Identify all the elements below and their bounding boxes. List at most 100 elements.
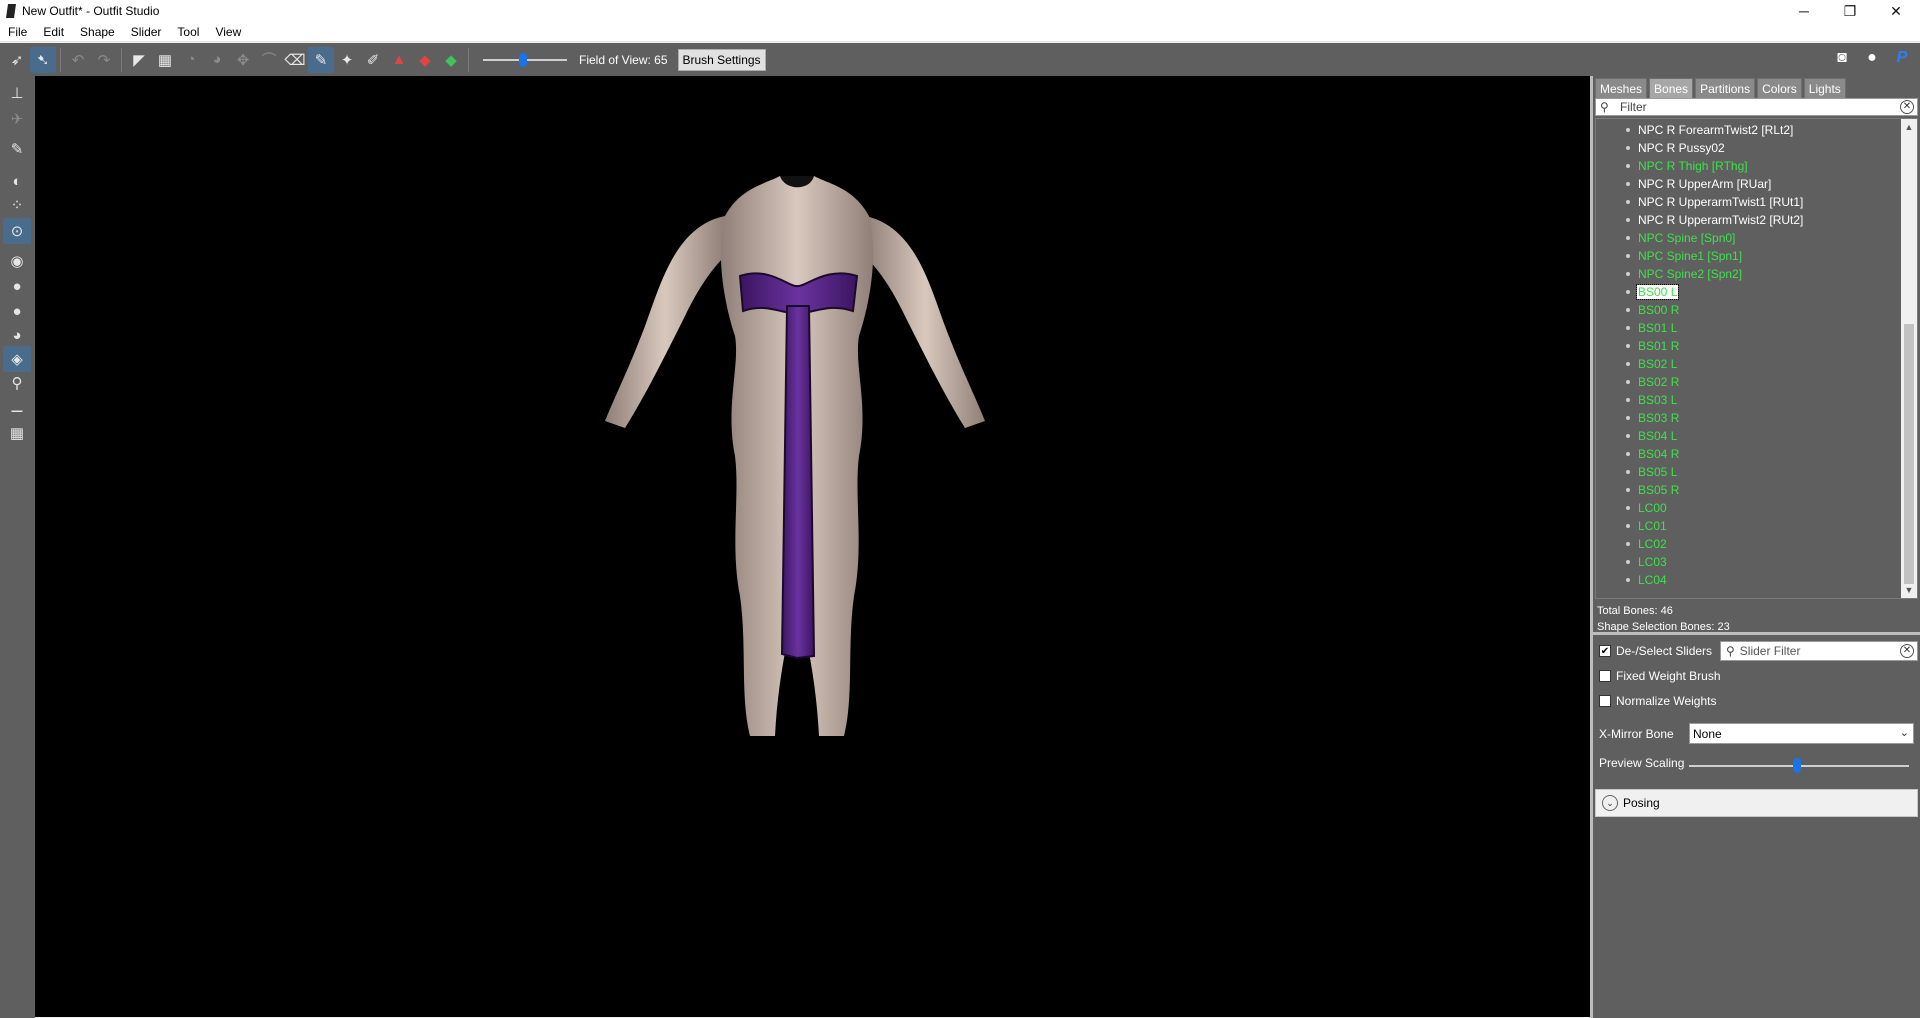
field-of-view-slider[interactable] <box>483 50 567 70</box>
close-button[interactable]: ✕ <box>1873 0 1919 22</box>
bone-list-item[interactable]: NPC R UpperarmTwist2 [RUt2] <box>1596 211 1901 229</box>
bone-list-item[interactable]: BS05 R <box>1596 481 1901 499</box>
tab-lights[interactable]: Lights <box>1803 78 1846 100</box>
bone-list-item[interactable]: BS03 R <box>1596 409 1901 427</box>
bone-list-item[interactable]: NPC R Pussy02 <box>1596 139 1901 157</box>
vertex-colors-icon[interactable]: ◈ <box>3 346 31 372</box>
smooth-brush-icon[interactable]: ⌒ <box>256 47 282 73</box>
deselect-sliders-checkbox[interactable]: ✔ De-/Select Sliders <box>1599 644 1712 658</box>
weight-brush-icon[interactable]: ✎ <box>308 46 334 73</box>
undo-icon[interactable]: ↶ <box>65 47 91 73</box>
checkbox-checked[interactable]: ✔ <box>1599 645 1611 657</box>
bone-list-item[interactable]: BS02 R <box>1596 373 1901 391</box>
bone-list-item[interactable]: BS01 R <box>1596 337 1901 355</box>
bone-list-item[interactable]: BS01 L <box>1596 319 1901 337</box>
bone-list-scrollbar[interactable]: ▲ ▼ <box>1901 119 1917 598</box>
bone-list-item[interactable]: LC04 <box>1596 571 1901 589</box>
lighting-icon[interactable]: ● <box>3 298 31 324</box>
reference-logo-icon[interactable]: ➷ <box>30 46 56 73</box>
undiff-brush-icon[interactable]: ⌫ <box>282 47 308 73</box>
bone-list-item[interactable]: BS00 L <box>1596 283 1901 301</box>
vertex-edit-icon[interactable]: ✎ <box>3 136 31 162</box>
preview-scaling-slider[interactable] <box>1689 758 1909 774</box>
menu-view[interactable]: View <box>207 25 249 39</box>
menu-tool[interactable]: Tool <box>169 25 207 39</box>
scroll-down-icon[interactable]: ▼ <box>1901 582 1917 598</box>
bone-list-item[interactable]: LC03 <box>1596 553 1901 571</box>
mask-brush-icon[interactable]: ▦ <box>152 47 178 73</box>
x-mirror-icon[interactable]: ◐ <box>3 168 31 194</box>
tree-bullet-icon <box>1626 578 1630 582</box>
color-brush-icon[interactable]: ✦ <box>334 47 360 73</box>
normalize-weights-checkbox[interactable]: Normalize Weights <box>1599 694 1716 708</box>
scroll-up-icon[interactable]: ▲ <box>1901 119 1917 135</box>
tab-partitions[interactable]: Partitions <box>1695 78 1756 100</box>
bone-list-item[interactable]: NPC Spine2 [Spn2] <box>1596 265 1901 283</box>
bone-list-item[interactable]: NPC Spine [Spn0] <box>1596 229 1901 247</box>
show-grid-icon[interactable]: ▦ <box>3 420 31 446</box>
bone-list-item[interactable]: BS02 L <box>1596 355 1901 373</box>
select-tool-icon[interactable]: ◤ <box>126 47 152 73</box>
chevron-down-icon[interactable]: ⌄ <box>1602 795 1618 811</box>
scrollbar-thumb[interactable] <box>1904 324 1914 584</box>
bone-list-item[interactable]: NPC R UpperarmTwist1 [RUt1] <box>1596 193 1901 211</box>
paypal-icon[interactable]: P <box>1890 46 1914 70</box>
bone-list-item[interactable]: BS04 L <box>1596 427 1901 445</box>
discord-icon[interactable]: ◙ <box>1830 46 1854 70</box>
bone-list-item[interactable]: LC01 <box>1596 517 1901 535</box>
bone-list-item[interactable]: BS04 R <box>1596 445 1901 463</box>
tab-bones[interactable]: Bones <box>1649 78 1694 100</box>
bone-tree-list[interactable]: LC04 LC03 LC02 LC01 LC00 BS05 R BS05 L BS04 R BS… <box>1595 118 1918 599</box>
bone-filter-input[interactable]: ⚲ Filter ✕ <box>1595 98 1918 116</box>
show-bones-icon[interactable]: ⚊ <box>3 394 31 420</box>
connected-only-icon[interactable]: ⁘ <box>3 192 31 218</box>
collapse-vertex-icon[interactable]: ▲ <box>386 47 412 73</box>
show-mask-icon[interactable]: ◉ <box>3 248 31 274</box>
maximize-button[interactable]: ❐ <box>1827 0 1873 22</box>
slider-thumb[interactable] <box>1793 758 1801 773</box>
outfit-studio-logo-icon[interactable]: ➶ <box>4 47 30 73</box>
bone-tool-icon[interactable]: ⚲ <box>3 370 31 396</box>
posing-section-header[interactable]: ⌄ Posing <box>1595 789 1918 817</box>
bone-list-item[interactable]: LC02 <box>1596 535 1901 553</box>
textures-icon[interactable]: ◕ <box>3 322 31 348</box>
transform-tool-icon[interactable]: ⊥ <box>3 80 31 106</box>
bone-list-item[interactable]: LC00 <box>1596 499 1901 517</box>
fixed-weight-brush-checkbox[interactable]: Fixed Weight Brush <box>1599 669 1721 683</box>
global-brush-collision-icon[interactable]: ⊙ <box>3 218 31 244</box>
redo-icon[interactable]: ↷ <box>91 47 117 73</box>
tab-colors[interactable]: Colors <box>1757 78 1802 100</box>
bone-list-item[interactable]: NPC R Thigh [RThg] <box>1596 157 1901 175</box>
clear-filter-icon[interactable]: ✕ <box>1900 644 1914 658</box>
slider-thumb[interactable] <box>519 52 527 67</box>
clear-filter-icon[interactable]: ✕ <box>1900 100 1914 114</box>
split-edge-icon[interactable]: ◆ <box>438 47 464 73</box>
inflate-brush-icon[interactable]: ◔ <box>178 47 204 73</box>
github-icon[interactable]: ● <box>1860 46 1884 70</box>
move-brush-icon[interactable]: ✥ <box>230 47 256 73</box>
menu-shape[interactable]: Shape <box>72 25 123 39</box>
bone-list-item[interactable]: BS00 R <box>1596 301 1901 319</box>
checkbox-unchecked[interactable] <box>1599 670 1611 682</box>
x-mirror-bone-select[interactable]: None ⌄ <box>1689 723 1914 744</box>
pivot-tool-icon[interactable]: ✈ <box>3 106 31 132</box>
slider-filter-input[interactable]: ⚲ Slider Filter ✕ <box>1720 641 1918 661</box>
menu-slider[interactable]: Slider <box>123 25 170 39</box>
bone-list-item[interactable]: NPC R ForearmTwist2 [RLt2] <box>1596 121 1901 139</box>
bone-list-item[interactable]: BS05 L <box>1596 463 1901 481</box>
bone-list-item[interactable]: NPC Spine1 [Spn1] <box>1596 247 1901 265</box>
alpha-brush-icon[interactable]: ✐ <box>360 47 386 73</box>
checkbox-unchecked[interactable] <box>1599 695 1611 707</box>
minimize-button[interactable]: ─ <box>1781 0 1827 22</box>
panel-horizontal-splitter[interactable] <box>1593 632 1920 635</box>
deflate-brush-icon[interactable]: ◕ <box>204 47 230 73</box>
brush-settings-button[interactable]: Brush Settings <box>677 48 766 71</box>
menu-file[interactable]: File <box>0 25 35 39</box>
bone-list-item[interactable]: NPC R UpperArm [RUar] <box>1596 175 1901 193</box>
flip-edge-icon[interactable]: ◆ <box>412 47 438 73</box>
menu-edit[interactable]: Edit <box>35 25 72 39</box>
3d-viewport[interactable] <box>35 76 1590 1017</box>
tab-meshes[interactable]: Meshes <box>1595 78 1648 100</box>
bone-list-item[interactable]: BS03 L <box>1596 391 1901 409</box>
wireframe-icon[interactable]: ● <box>3 273 31 299</box>
